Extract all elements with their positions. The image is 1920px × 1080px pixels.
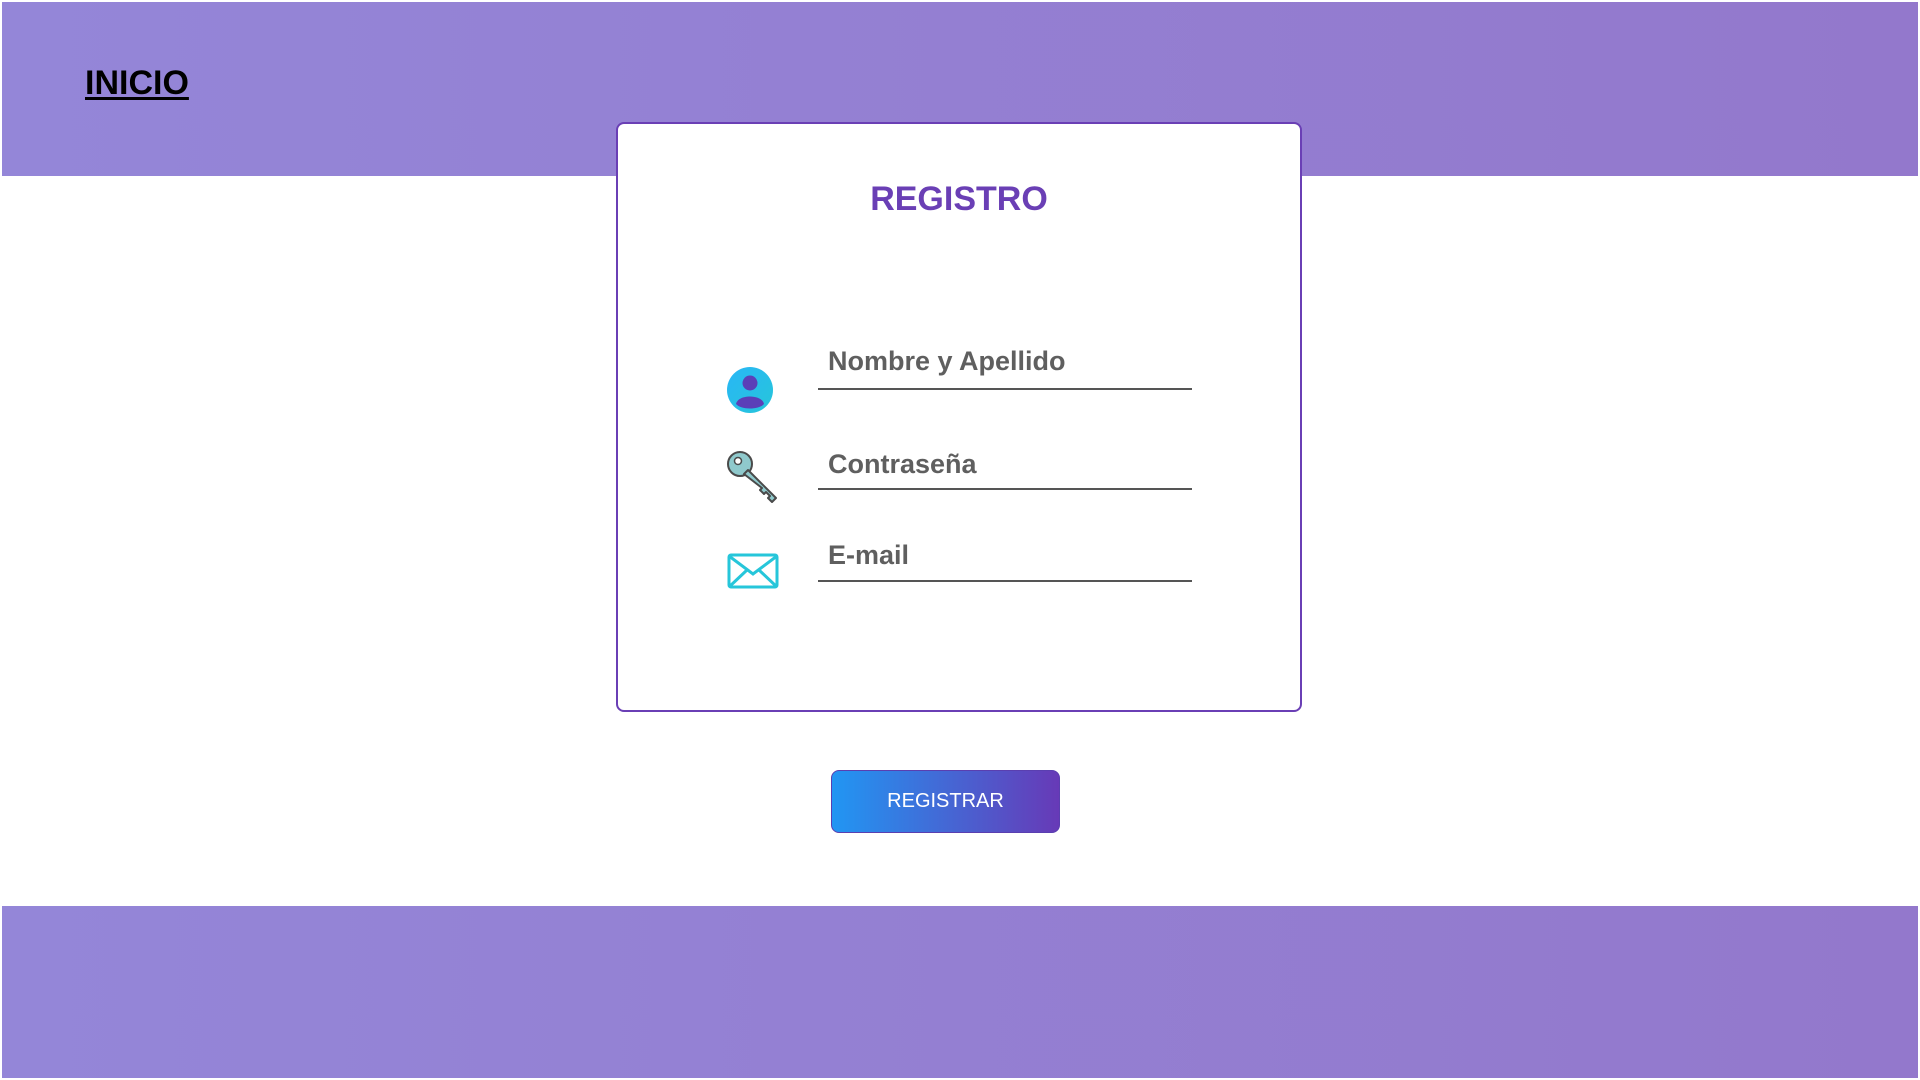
registration-card: REGISTRO	[616, 122, 1302, 712]
user-icon	[726, 366, 774, 419]
footer-band	[2, 906, 1918, 1078]
envelope-icon	[726, 552, 780, 597]
home-link[interactable]: INICIO	[85, 64, 189, 103]
register-button[interactable]: REGISTRAR	[831, 770, 1060, 833]
password-input[interactable]	[818, 448, 1192, 490]
email-input[interactable]	[818, 538, 1192, 582]
registration-page: INICIO REGISTRO Nombre y Apellido E-mail…	[0, 0, 1920, 1080]
name-input[interactable]	[818, 342, 1192, 390]
form-title: REGISTRO	[870, 180, 1048, 218]
key-icon	[726, 450, 782, 511]
